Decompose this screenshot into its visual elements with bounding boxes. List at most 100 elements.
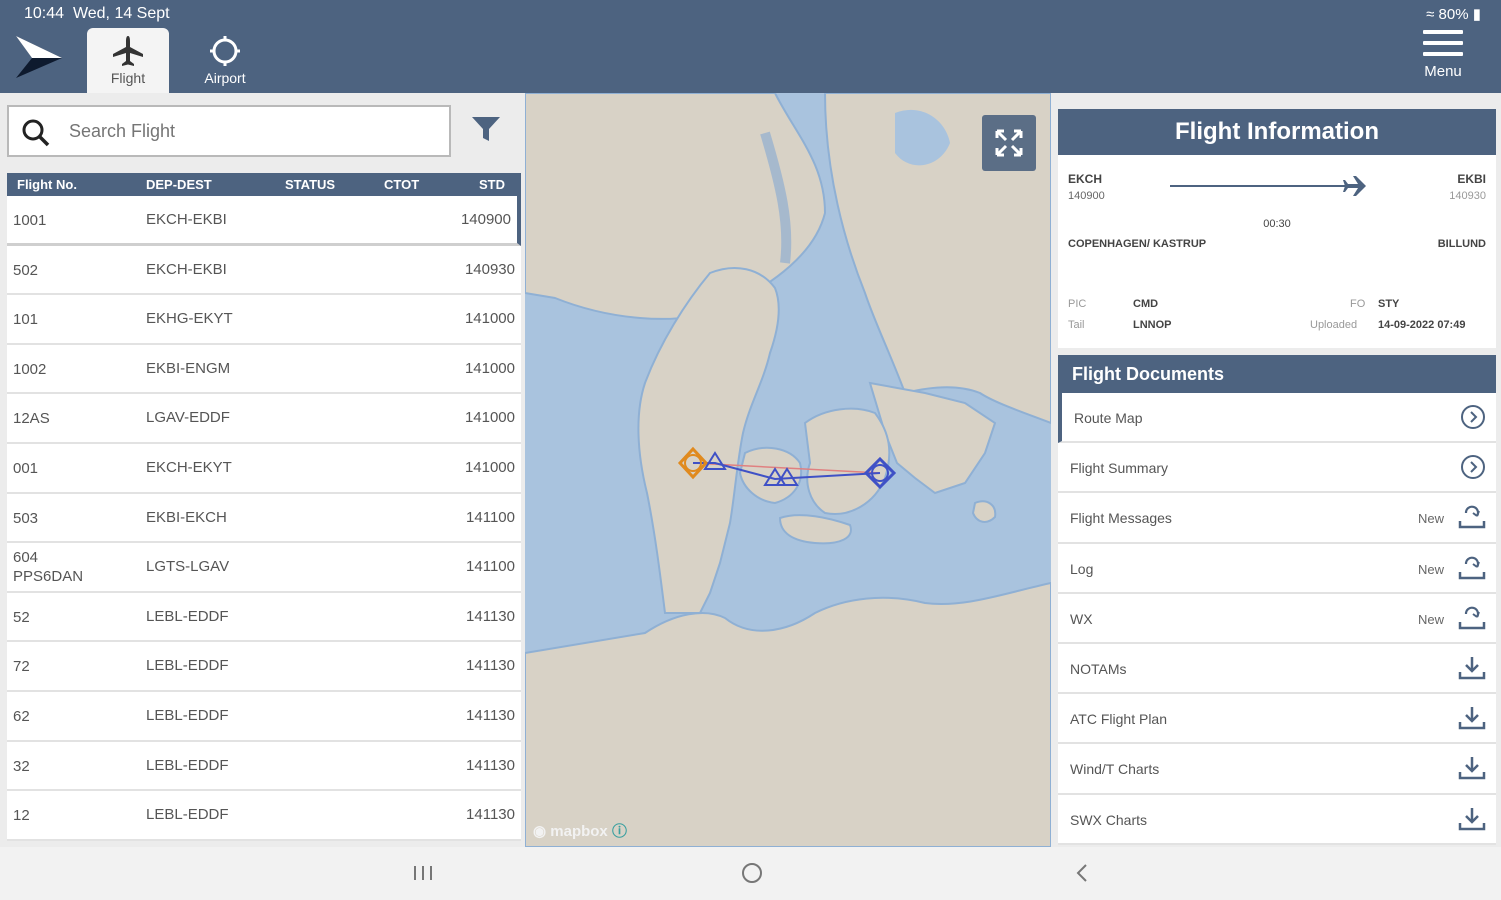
table-row[interactable]: 72 LEBL-EDDF 141130	[7, 642, 521, 692]
hamburger-icon-bar	[1423, 52, 1463, 56]
doc-label: Route Map	[1074, 410, 1143, 426]
tail-value: LNNOP	[1133, 319, 1172, 331]
recent-apps-icon[interactable]	[412, 861, 434, 885]
airplane-icon	[113, 36, 143, 66]
cell-dep-dest: LEBL-EDDF	[146, 706, 229, 724]
route-map[interactable]: ◉ mapbox ⓘ	[525, 93, 1051, 847]
refresh-download-icon[interactable]	[1458, 605, 1486, 631]
cell-flight-no: 12AS	[13, 410, 50, 428]
search-input[interactable]	[69, 117, 439, 145]
table-row[interactable]: 12 LEBL-EDDF 141130	[7, 791, 521, 841]
map-canvas[interactable]	[525, 93, 1051, 847]
doc-label: Wind/T Charts	[1070, 761, 1160, 778]
expand-map-button[interactable]	[982, 115, 1036, 171]
cell-flight-no: 72	[13, 658, 30, 676]
doc-route-map[interactable]: Route Map	[1058, 393, 1496, 444]
tab-flight-label: Flight	[110, 70, 146, 86]
table-row[interactable]: 604 PPS6DAN LGTS-LGAV 141100	[7, 543, 521, 593]
tab-flight[interactable]: Flight	[87, 28, 169, 93]
cell-flight-no: 62	[13, 707, 30, 725]
doc-wx[interactable]: WX New	[1058, 593, 1496, 644]
download-icon[interactable]	[1458, 755, 1486, 781]
doc-flight-summary[interactable]: Flight Summary	[1058, 443, 1496, 494]
doc-log[interactable]: Log New	[1058, 543, 1496, 594]
download-icon[interactable]	[1458, 806, 1486, 832]
doc-label: SWX Charts	[1070, 811, 1148, 828]
doc-label: NOTAMs	[1070, 660, 1127, 677]
download-icon[interactable]	[1458, 705, 1486, 731]
new-badge: New	[1417, 561, 1444, 577]
doc-swx-charts[interactable]: SWX Charts	[1058, 794, 1496, 845]
dep-time: 140900	[1068, 190, 1105, 202]
fo-label: FO	[1350, 298, 1366, 310]
cell-dep-dest: LEBL-EDDF	[146, 806, 229, 824]
flight-documents-list: Route Map Flight Summary Flight Messages…	[1058, 393, 1496, 845]
doc-label: ATC Flight Plan	[1070, 711, 1167, 728]
map-attribution[interactable]: ◉ mapbox ⓘ	[533, 820, 627, 841]
doc-label: Flight Summary	[1070, 460, 1169, 477]
table-row[interactable]: 62 LEBL-EDDF 141130	[7, 691, 521, 742]
chevron-right-circle-icon[interactable]	[1460, 454, 1486, 480]
doc-label: WX	[1070, 610, 1093, 627]
refresh-download-icon[interactable]	[1458, 555, 1486, 581]
col-status[interactable]: STATUS	[285, 177, 335, 192]
table-row[interactable]: 1001 EKCH-EKBI 140900	[7, 196, 521, 246]
uploaded-value: 14-09-2022 07:49	[1378, 319, 1466, 331]
table-row[interactable]: 12AS LGAV-EDDF 141000	[7, 394, 521, 444]
table-row[interactable]: 32 LEBL-EDDF 141130	[7, 741, 521, 792]
table-row[interactable]: 001 EKCH-EKYT 141000	[7, 443, 521, 494]
home-icon[interactable]	[740, 861, 764, 885]
cell-dep-dest: EKCH-EKBI	[146, 260, 227, 278]
table-row[interactable]: 502 EKCH-EKBI 140930	[7, 245, 521, 296]
cell-dep-dest: EKCH-EKBI	[146, 211, 227, 228]
cell-dep-dest: EKCH-EKYT	[146, 458, 232, 476]
cell-dep-dest: EKHG-EKYT	[146, 310, 233, 328]
doc-label: Log	[1070, 560, 1094, 577]
cell-dep-dest: LEBL-EDDF	[146, 607, 229, 625]
chevron-right-circle-icon[interactable]	[1460, 404, 1486, 430]
flight-duration: 00:30	[1263, 218, 1291, 230]
doc-label: Flight Messages	[1070, 510, 1172, 527]
table-row[interactable]: 52 LEBL-EDDF 141130	[7, 592, 521, 643]
download-icon[interactable]	[1458, 655, 1486, 681]
system-nav-bar	[0, 847, 1501, 900]
doc-notams[interactable]: NOTAMs	[1058, 643, 1496, 695]
cell-std: 141130	[466, 806, 515, 824]
cell-std: 141000	[464, 409, 515, 427]
cell-std: 141100	[466, 508, 515, 526]
col-flight-no[interactable]: Flight No.	[17, 177, 77, 192]
cell-dep-dest: LGAV-EDDF	[146, 409, 230, 427]
back-icon[interactable]	[1072, 861, 1092, 885]
cell-flight-no: 52	[13, 608, 30, 626]
search-icon	[22, 119, 50, 147]
table-row[interactable]: 503 EKBI-EKCH 141100	[7, 493, 521, 544]
refresh-download-icon[interactable]	[1458, 504, 1486, 530]
status-battery: ≈ 80% ▮	[1426, 6, 1481, 23]
cell-dep-dest: LGTS-LGAV	[146, 558, 230, 576]
cell-flight-no: 503	[13, 509, 39, 527]
expand-icon	[995, 129, 1023, 157]
dep-name: COPENHAGEN/ KASTRUP	[1068, 238, 1207, 250]
cell-std: 141000	[464, 359, 515, 377]
cell-std: 141000	[464, 310, 515, 328]
col-std[interactable]: STD	[479, 177, 505, 192]
col-ctot[interactable]: CTOT	[384, 177, 419, 192]
cell-dep-dest: EKBI-ENGM	[146, 359, 231, 377]
hamburger-icon	[1423, 30, 1463, 34]
doc-wind-t-charts[interactable]: Wind/T Charts	[1058, 744, 1496, 795]
doc-flight-messages[interactable]: Flight Messages New	[1058, 493, 1496, 544]
table-row[interactable]: 1002 EKBI-ENGM 141000	[7, 344, 521, 395]
filter-icon[interactable]	[470, 115, 502, 143]
search-box[interactable]	[7, 105, 451, 157]
cell-dep-dest: LEBL-EDDF	[146, 756, 229, 774]
info-icon[interactable]: ⓘ	[612, 823, 627, 840]
app-logo-icon	[14, 30, 64, 78]
menu-button[interactable]: Menu	[1421, 30, 1465, 80]
cell-std: 140930	[464, 260, 515, 278]
doc-atc-flight-plan[interactable]: ATC Flight Plan	[1058, 694, 1496, 745]
col-dep-dest[interactable]: DEP-DEST	[146, 177, 212, 192]
cell-std: 141130	[466, 706, 515, 724]
crosshair-icon	[210, 36, 240, 66]
table-row[interactable]: 101 EKHG-EKYT 141000	[7, 295, 521, 345]
tab-airport[interactable]: Airport	[184, 28, 266, 93]
